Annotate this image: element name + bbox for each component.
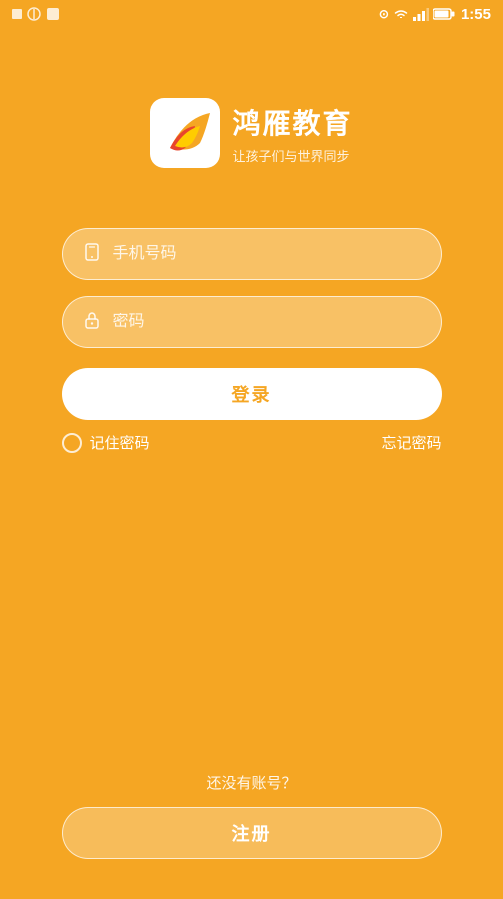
options-row: 记住密码 忘记密码 [62, 432, 442, 453]
logo-area: 鸿雁教育 让孩子们与世界同步 [150, 98, 352, 168]
phone-icon [83, 243, 101, 266]
logo-text-area: 鸿雁教育 让孩子们与世界同步 [232, 102, 352, 165]
logo-title: 鸿雁教育 [232, 102, 352, 142]
location-icon: ⊙ [379, 7, 389, 21]
no-account-text: 还没有账号？ [206, 772, 296, 793]
lock-icon [83, 311, 101, 334]
forgot-password-link[interactable]: 忘记密码 [381, 432, 441, 453]
remember-password-row[interactable]: 记住密码 [62, 432, 150, 453]
register-button[interactable]: 注册 [62, 807, 442, 859]
password-input[interactable] [113, 313, 421, 331]
remember-checkbox[interactable] [62, 433, 82, 453]
time-display: 1:55 [461, 6, 491, 23]
notification-icons [12, 5, 72, 23]
login-button[interactable]: 登录 [62, 368, 442, 420]
password-input-wrapper [62, 296, 442, 348]
status-left-icons [12, 5, 72, 23]
wifi-icon [393, 7, 409, 21]
phone-input-wrapper [62, 228, 442, 280]
battery-icon [433, 8, 455, 20]
logo-subtitle: 让孩子们与世界同步 [232, 146, 352, 165]
remember-label: 记住密码 [90, 432, 150, 453]
login-form: 登录 [62, 228, 442, 420]
bottom-area: 还没有账号？ 注册 [62, 772, 442, 859]
app-logo-icon [150, 98, 220, 168]
status-right-icons: ⊙ 1:55 [379, 6, 491, 23]
phone-input[interactable] [113, 245, 421, 263]
signal-icon [413, 7, 429, 21]
main-container: 鸿雁教育 让孩子们与世界同步 [0, 28, 503, 899]
status-bar: ⊙ 1:55 [0, 0, 503, 28]
